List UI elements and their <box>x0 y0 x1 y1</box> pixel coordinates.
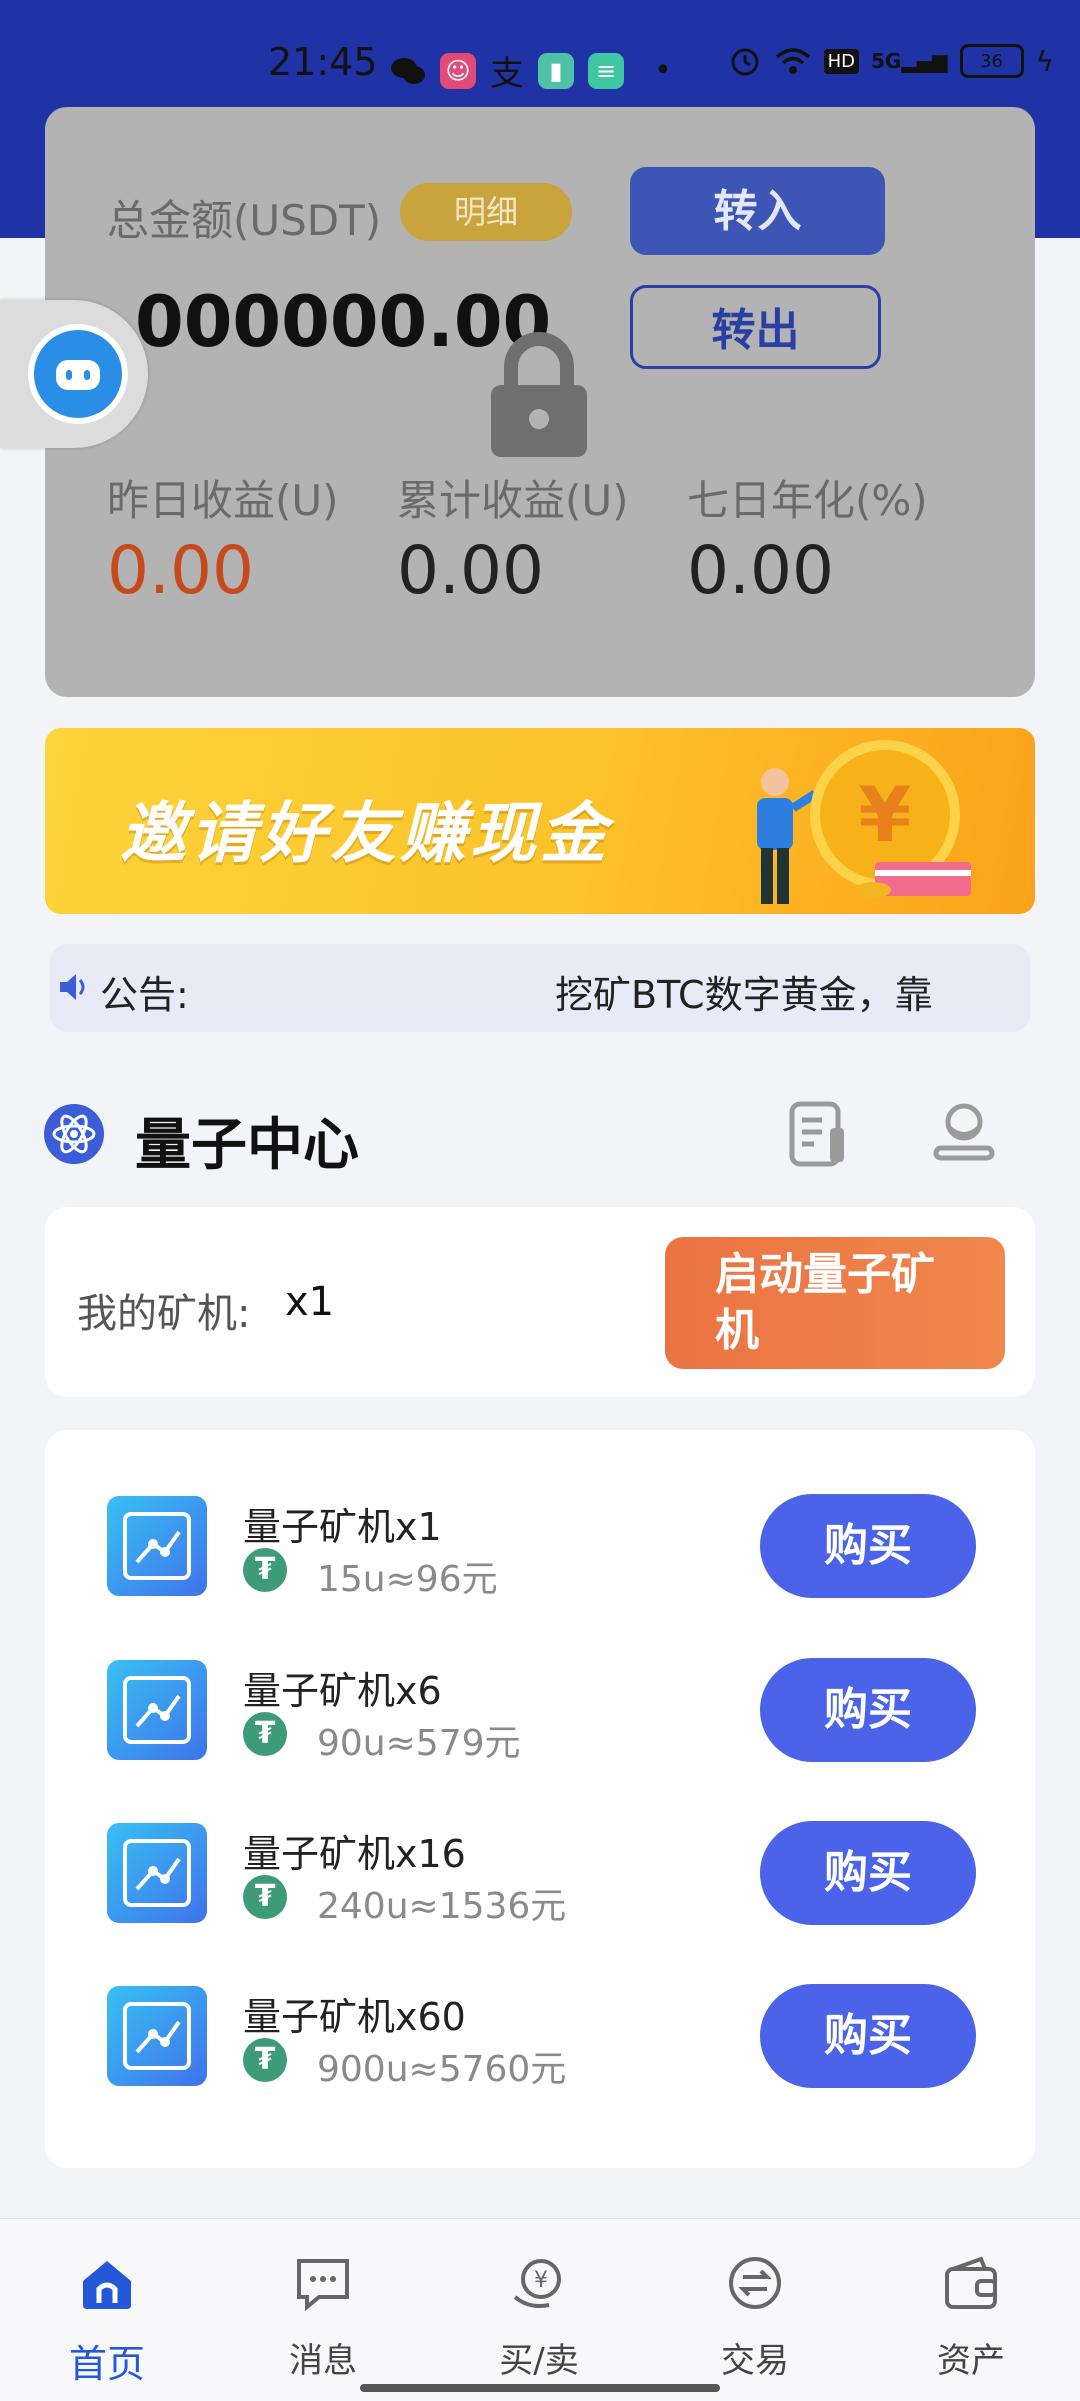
hd-icon: HD <box>823 48 860 74</box>
nav-exchange[interactable]: 交易 <box>680 2253 830 2382</box>
nav-buy-sell[interactable]: ¥ 买/卖 <box>464 2253 614 2382</box>
product-name: 量子矿机x16 <box>243 1832 466 1876</box>
announcement-label: 公告: <box>100 973 189 1017</box>
stat-value: 0.00 <box>687 532 834 609</box>
alipay-icon: 支 <box>490 54 524 94</box>
profile-icon[interactable] <box>928 1098 1000 1170</box>
records-icon[interactable] <box>782 1098 854 1170</box>
network-type: 5G <box>871 49 902 73</box>
robot-icon <box>28 324 128 424</box>
tether-icon: ₮ <box>243 2038 287 2082</box>
my-miner-card: 我的矿机: x1 启动量子矿机 <box>45 1207 1035 1397</box>
list-item: 量子矿机x6 ₮ 90u≈579元 购买 <box>45 1650 1035 1770</box>
tether-icon: ₮ <box>243 1712 287 1756</box>
product-name: 量子矿机x60 <box>243 1995 466 2039</box>
product-price: 900u≈5760元 <box>317 2049 567 2090</box>
product-price: 90u≈579元 <box>317 1723 521 1764</box>
chip-icon <box>107 1660 207 1760</box>
product-name: 量子矿机x6 <box>243 1669 442 1713</box>
nav-label: 首页 <box>68 2342 145 2386</box>
exchange-icon <box>729 2257 781 2309</box>
battery-icon: 36 <box>959 44 1024 78</box>
stat-label: 七日年化(%) <box>687 476 928 525</box>
list-item: 量子矿机x16 ₮ 240u≈1536元 购买 <box>45 1813 1035 1933</box>
status-time: 21:45 <box>268 40 378 84</box>
buy-button[interactable]: 购买 <box>760 1821 976 1925</box>
nav-label: 买/卖 <box>499 2341 579 2381</box>
product-list: 量子矿机x1 ₮ 15u≈96元 购买 量子矿机x6 ₮ 90u≈579元 购买… <box>45 1430 1035 2168</box>
person-illustration <box>757 768 818 904</box>
section-title: 量子中心 <box>135 1113 359 1178</box>
buy-button[interactable]: 购买 <box>760 1494 976 1598</box>
stat-cumulative: 累计收益(U) 0.00 <box>397 467 629 609</box>
transfer-in-button[interactable]: 转入 <box>630 167 885 255</box>
atom-icon <box>44 1104 104 1164</box>
nav-label: 交易 <box>721 2341 789 2381</box>
message-icon <box>297 2259 349 2312</box>
announcement-bar[interactable]: 公告: 挖矿BTC数字黄金，靠 <box>50 944 1030 1032</box>
stat-yesterday: 昨日收益(U) 0.00 <box>107 467 339 609</box>
stat-seven-day: 七日年化(%) 0.00 <box>687 467 928 609</box>
tether-icon: ₮ <box>243 1548 287 1592</box>
gesture-bar[interactable] <box>360 2384 720 2392</box>
product-price: 15u≈96元 <box>317 1559 498 1600</box>
svg-text:¥: ¥ <box>534 2268 548 2293</box>
chip-icon <box>107 1986 207 2086</box>
product-price: 240u≈1536元 <box>317 1886 567 1927</box>
stat-label: 累计收益(U) <box>397 476 629 525</box>
total-amount-label: 总金额(USDT) <box>107 196 382 245</box>
avatar-app-icon: ☺ <box>440 52 476 89</box>
signal-icon: 5G▂▄▆ <box>871 49 948 73</box>
chip-icon <box>107 1496 207 1596</box>
invite-banner[interactable]: 邀请好友赚现金 ¥ <box>45 728 1035 914</box>
system-icons: HD 5G▂▄▆ 36 ϟ <box>728 44 1054 78</box>
start-miner-button[interactable]: 启动量子矿机 <box>665 1237 1005 1369</box>
list-item: 量子矿机x60 ₮ 900u≈5760元 购买 <box>45 1976 1035 2096</box>
buy-button[interactable]: 购买 <box>760 1658 976 1762</box>
wechat-icon <box>391 57 425 84</box>
nav-home[interactable]: 首页 <box>32 2253 182 2388</box>
buy-sell-icon: ¥ <box>513 2259 561 2308</box>
announcement-text: 挖矿BTC数字黄金，靠 <box>555 973 933 1017</box>
nav-assets[interactable]: 资产 <box>896 2253 1046 2382</box>
transfer-out-button[interactable]: 转出 <box>630 285 881 369</box>
money-stack-icon <box>855 862 971 898</box>
tether-icon: ₮ <box>243 1875 287 1919</box>
chip-icon <box>107 1823 207 1923</box>
wallet-icon <box>945 2256 997 2309</box>
battery-level: 36 <box>980 50 1003 72</box>
notification-icons: ☺ 支 ▮ ≡ • <box>390 46 672 95</box>
dot-icon: • <box>654 53 672 88</box>
my-miner-count: x1 <box>285 1279 335 1325</box>
banner-text: 邀请好友赚现金 <box>120 795 610 872</box>
account-card: 总金额(USDT) 明细 转入 转出 000000.00 昨日收益(U) 0.0… <box>45 107 1035 697</box>
nav-label: 资产 <box>937 2341 1005 2381</box>
product-name: 量子矿机x1 <box>243 1505 442 1549</box>
speaker-icon <box>60 974 85 1000</box>
book-app-icon: ▮ <box>538 52 574 89</box>
nav-label: 消息 <box>289 2341 357 2381</box>
stat-value: 0.00 <box>397 532 544 609</box>
my-miner-label: 我的矿机: <box>77 1291 251 1337</box>
home-icon <box>83 2261 131 2309</box>
buy-button[interactable]: 购买 <box>760 1984 976 2088</box>
stat-label: 昨日收益(U) <box>107 476 339 525</box>
list-item: 量子矿机x1 ₮ 15u≈96元 购买 <box>45 1486 1035 1606</box>
stat-value: 0.00 <box>107 532 254 609</box>
calendar-app-icon: ≡ <box>588 52 624 89</box>
nav-messages[interactable]: 消息 <box>248 2253 398 2382</box>
wifi-icon <box>775 48 810 74</box>
support-bot-button[interactable] <box>0 300 148 448</box>
lock-icon[interactable] <box>487 329 591 459</box>
alarm-icon <box>731 48 759 76</box>
bottom-nav: 首页 消息 ¥ 买/卖 交易 资产 <box>0 2218 1080 2401</box>
detail-button[interactable]: 明细 <box>400 183 572 241</box>
charging-icon: ϟ <box>1035 44 1054 78</box>
